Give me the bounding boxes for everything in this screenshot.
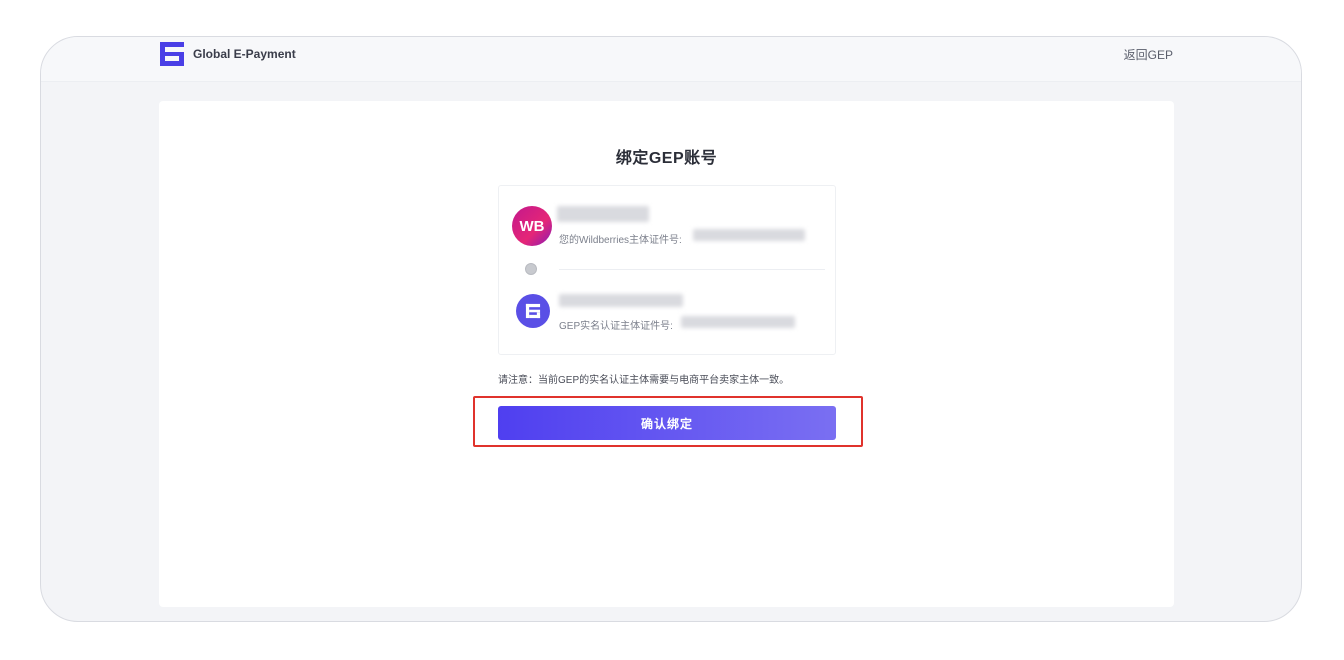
bind-account-card: 绑定GEP账号 WB 您的Wildberries主体证件号: GEP实名认证主体… bbox=[159, 101, 1174, 607]
account-binding-panel: WB 您的Wildberries主体证件号: GEP实名认证主体证件号: bbox=[498, 185, 836, 355]
gep-account-name-redacted bbox=[559, 294, 683, 307]
notice-text: 请注意：当前GEP的实名认证主体需要与电商平台卖家主体一致。 bbox=[498, 375, 790, 386]
wildberries-avatar-text: WB bbox=[519, 217, 545, 235]
top-bar: Global E-Payment 返回GEP bbox=[41, 37, 1301, 82]
back-to-gep-link[interactable]: 返回GEP bbox=[1124, 46, 1173, 63]
gep-logo-icon bbox=[525, 303, 541, 319]
page-title: 绑定GEP账号 bbox=[615, 150, 718, 167]
brand-name: Global E-Payment bbox=[193, 47, 296, 61]
link-dot-icon bbox=[525, 263, 537, 275]
wildberries-id-label: 您的Wildberries主体证件号: bbox=[559, 235, 682, 246]
gep-id-label: GEP实名认证主体证件号: bbox=[559, 321, 673, 332]
wildberries-id-redacted bbox=[693, 229, 805, 241]
gep-id-redacted bbox=[681, 316, 795, 328]
browser-frame: Global E-Payment 返回GEP 绑定GEP账号 WB 您的Wild… bbox=[40, 36, 1302, 622]
confirm-bind-button[interactable]: 确认绑定 bbox=[498, 406, 836, 440]
gep-avatar bbox=[516, 294, 550, 328]
divider bbox=[559, 269, 825, 270]
gep-logo-icon bbox=[160, 42, 184, 66]
wildberries-account-name-redacted bbox=[557, 206, 649, 222]
wildberries-avatar: WB bbox=[512, 206, 552, 246]
